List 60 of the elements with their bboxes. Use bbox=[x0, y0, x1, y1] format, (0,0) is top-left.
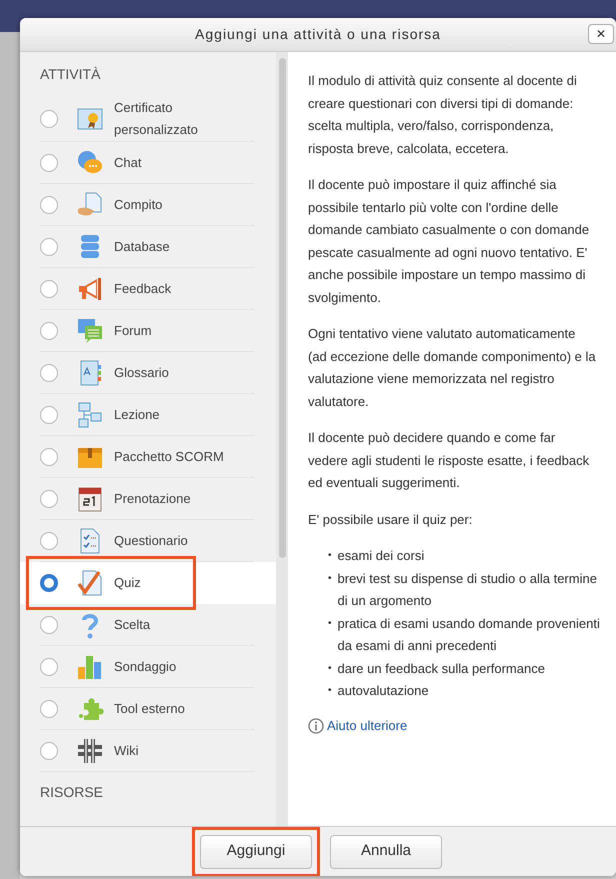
description-paragraph: Ogni tentativo viene valutato automaticamente (ad eccezione delle domande componimento) e la valutazione viene memorizzata nel registro valutatore. bbox=[308, 325, 596, 410]
radio-button[interactable] bbox=[40, 490, 58, 508]
description-paragraph: Il docente può impostare il quiz affinché sia possibile tentarlo più volte con l'ordine delle domande cambiato casualmente o con domande pescate casualmente ad ogni nuovo tentativo. E' anche possibile impostare un tempo massimo di svolgimento. bbox=[308, 176, 590, 307]
radio-button[interactable] bbox=[40, 532, 58, 550]
activity-label[interactable]: Sondaggio bbox=[114, 656, 176, 678]
activity-label[interactable]: Certificato personalizzato bbox=[114, 97, 214, 141]
hash-grid-icon bbox=[76, 736, 104, 764]
radio-button[interactable] bbox=[40, 574, 58, 592]
activity-label[interactable]: Questionario bbox=[114, 530, 188, 552]
section-heading: RISORSE bbox=[40, 783, 104, 802]
calendar-icon bbox=[76, 484, 104, 512]
radio-button[interactable] bbox=[40, 280, 58, 298]
description-paragraph: Il modulo di attività quiz consente al docente di creare questionari con diversi tipi di domande: scelta multipla, vero/falso, corrispondenza, risposta breve, calcolata, eccetera. bbox=[308, 72, 578, 158]
radio-button[interactable] bbox=[40, 406, 58, 424]
activity-label[interactable]: Quiz bbox=[114, 572, 141, 594]
bullet-marker: • bbox=[328, 616, 332, 630]
dialog-title: Aggiungi una attività o una risorsa bbox=[195, 25, 441, 44]
section-heading: ATTIVITÀ bbox=[40, 65, 102, 84]
radio-button[interactable] bbox=[40, 196, 58, 214]
activity-label[interactable]: Tool esterno bbox=[114, 698, 185, 720]
activity-label[interactable]: Database bbox=[114, 236, 170, 258]
activity-label[interactable]: Lezione bbox=[114, 404, 160, 426]
bullet-item: dare un feedback sulla performance bbox=[338, 660, 545, 678]
scrollbar-thumb[interactable] bbox=[278, 58, 286, 558]
help-link[interactable]: Aiuto ulteriore bbox=[327, 714, 408, 737]
cancel-button[interactable]: Annulla bbox=[330, 834, 442, 868]
activity-label[interactable]: Chat bbox=[114, 152, 142, 174]
radio-button[interactable] bbox=[40, 742, 58, 760]
activity-label[interactable]: Wiki bbox=[114, 740, 139, 762]
add-button[interactable]: Aggiungi bbox=[200, 834, 312, 868]
activity-label[interactable]: Prenotazione bbox=[114, 488, 191, 510]
activity-label[interactable]: Glossario bbox=[114, 362, 169, 384]
info-icon bbox=[308, 718, 324, 734]
checkmark-page-icon bbox=[76, 568, 104, 596]
radio-button[interactable] bbox=[40, 448, 58, 466]
bullet-item: esami dei corsi bbox=[338, 547, 424, 565]
document-hand-icon bbox=[76, 190, 104, 218]
radio-button[interactable] bbox=[40, 364, 58, 382]
bullet-marker: • bbox=[328, 662, 332, 676]
radio-button[interactable] bbox=[40, 700, 58, 718]
bullet-marker: • bbox=[328, 549, 332, 563]
radio-button[interactable] bbox=[40, 616, 58, 634]
description-paragraph: Il docente può decidere quando e come far vedere agli studenti le risposte esatte, i feedback ed eventuali suggerimenti. bbox=[308, 429, 590, 492]
activity-label[interactable]: Feedback bbox=[114, 278, 172, 300]
radio-button[interactable] bbox=[40, 658, 58, 676]
forum-icon bbox=[76, 316, 104, 344]
flowchart-icon bbox=[76, 400, 104, 428]
description-paragraph: E' possibile usare il quiz per: bbox=[308, 510, 474, 529]
bullet-marker: • bbox=[328, 572, 332, 586]
bullet-item: autovalutazione bbox=[338, 682, 429, 700]
activity-label[interactable]: Pacchetto SCORM bbox=[114, 446, 224, 468]
activity-label[interactable]: Scelta bbox=[114, 614, 150, 636]
radio-button[interactable] bbox=[40, 110, 58, 128]
radio-button[interactable] bbox=[40, 238, 58, 256]
bullet-marker: • bbox=[328, 684, 332, 698]
close-button[interactable]: ✕ bbox=[588, 24, 614, 44]
activity-label[interactable]: Forum bbox=[114, 320, 152, 342]
radio-button[interactable] bbox=[40, 322, 58, 340]
radio-button[interactable] bbox=[40, 154, 58, 172]
activity-label[interactable]: Compito bbox=[114, 194, 162, 216]
